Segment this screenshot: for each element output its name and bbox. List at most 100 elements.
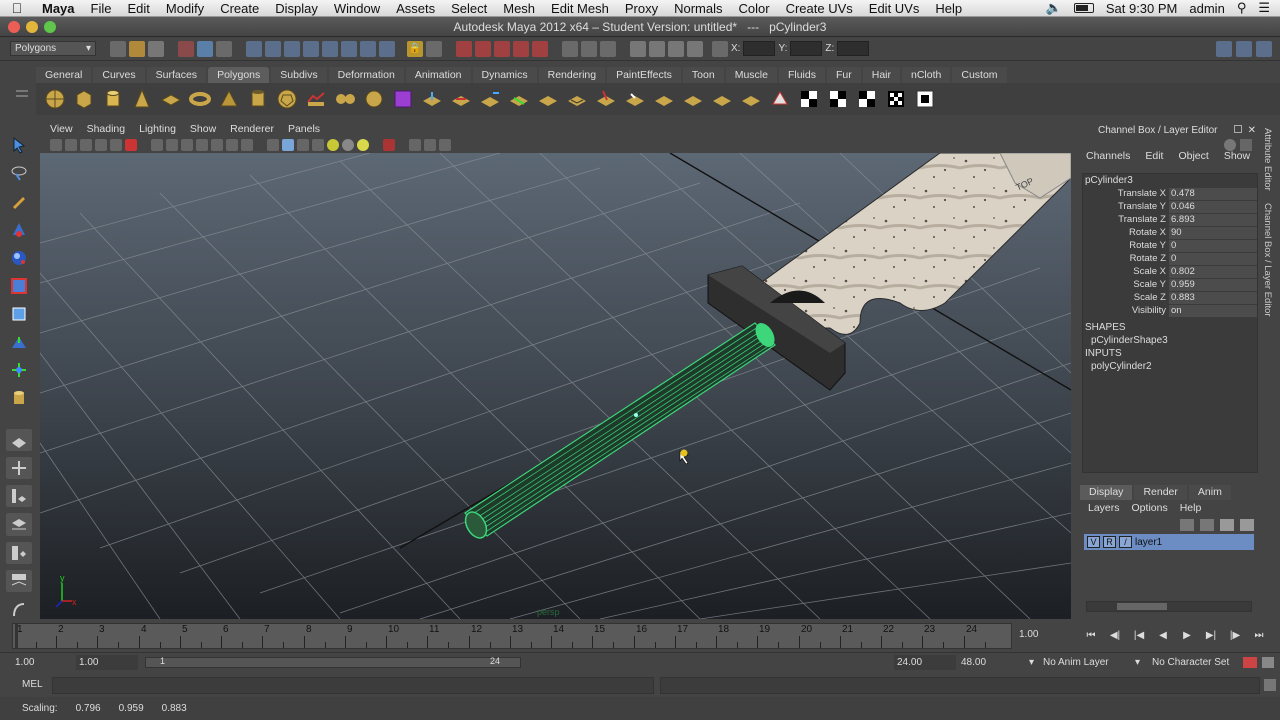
high-quality-rendering-icon[interactable] bbox=[357, 138, 369, 151]
channel-value-field[interactable]: 90 bbox=[1169, 226, 1257, 239]
channel-value-field[interactable]: 0.883 bbox=[1169, 291, 1257, 304]
layer-menu-options[interactable]: Options bbox=[1132, 502, 1168, 516]
smooth-shade-icon[interactable] bbox=[282, 138, 294, 151]
menu-create[interactable]: Create bbox=[212, 1, 267, 16]
shelf-tab-subdivs[interactable]: Subdivs bbox=[271, 67, 327, 83]
open-scene-icon[interactable] bbox=[129, 40, 145, 57]
smooth-icon[interactable] bbox=[361, 86, 387, 112]
attribute-editor-tab[interactable]: Attribute Editor bbox=[1262, 128, 1273, 191]
use-all-lights-icon[interactable] bbox=[327, 138, 339, 151]
shelf-tab-rendering[interactable]: Rendering bbox=[538, 67, 606, 83]
spherical-mapping-icon[interactable] bbox=[854, 86, 880, 112]
sculpt-tool-icon[interactable] bbox=[767, 86, 793, 112]
layer-row[interactable]: V R / layer1 bbox=[1084, 534, 1254, 550]
isolate-select-icon[interactable] bbox=[383, 138, 395, 151]
notification-list-icon[interactable]: ☰ bbox=[1258, 0, 1270, 16]
construction-history-icon[interactable] bbox=[600, 40, 616, 57]
pick-joints-icon[interactable] bbox=[265, 40, 281, 57]
channel-row[interactable]: Scale Z 0.883 bbox=[1083, 291, 1257, 304]
new-empty-layer-icon[interactable] bbox=[1220, 519, 1234, 531]
shelf-tab-surfaces[interactable]: Surfaces bbox=[146, 67, 207, 83]
persp-graph-layout-icon[interactable] bbox=[6, 513, 32, 536]
menu-display[interactable]: Display bbox=[267, 1, 326, 16]
command-language-toggle[interactable]: MEL bbox=[22, 679, 43, 690]
channel-box-menu-edit[interactable]: Edit bbox=[1145, 150, 1163, 162]
menu-assets[interactable]: Assets bbox=[388, 1, 443, 16]
automatic-mapping-icon[interactable] bbox=[883, 86, 909, 112]
lasso-tool-icon[interactable] bbox=[6, 162, 32, 184]
object-name[interactable]: pCylinder3 bbox=[1083, 174, 1257, 187]
gate-mask-icon[interactable] bbox=[196, 138, 208, 151]
snap-view-plane-icon[interactable] bbox=[513, 40, 529, 57]
split-polygon-icon[interactable] bbox=[506, 86, 532, 112]
shelf-tab-painteffects[interactable]: PaintEffects bbox=[607, 67, 681, 83]
channel-row[interactable]: Translate Y 0.046 bbox=[1083, 200, 1257, 213]
single-perspective-layout-icon[interactable] bbox=[6, 428, 32, 452]
wireframe-on-shaded-icon[interactable] bbox=[297, 138, 309, 151]
resolution-gate-icon[interactable] bbox=[181, 138, 193, 151]
menu-edit[interactable]: Edit bbox=[119, 1, 157, 16]
shadows-icon[interactable] bbox=[342, 138, 354, 151]
textured-icon[interactable] bbox=[312, 138, 324, 151]
show-manipulator-icon[interactable] bbox=[6, 359, 32, 381]
zoom-window-button[interactable] bbox=[44, 21, 56, 33]
snap-grid-icon[interactable] bbox=[456, 40, 472, 57]
character-set-dropdown[interactable]: No Character Set bbox=[1149, 655, 1243, 670]
toggle-channel-box-icon[interactable] bbox=[1256, 40, 1272, 57]
channel-value-field[interactable]: on bbox=[1169, 304, 1257, 317]
channel-row[interactable]: Translate X 0.478 bbox=[1083, 187, 1257, 200]
shelf-tab-ncloth[interactable]: nCloth bbox=[902, 67, 951, 83]
separate-icon[interactable] bbox=[332, 86, 358, 112]
camera-attributes-icon[interactable] bbox=[65, 138, 77, 151]
select-hierarchy-icon[interactable] bbox=[178, 40, 194, 57]
channel-value-field[interactable]: 0 bbox=[1169, 252, 1257, 265]
channel-row[interactable]: Rotate Y0 bbox=[1083, 239, 1257, 252]
go-to-end-icon[interactable]: ⏭ bbox=[1250, 630, 1268, 641]
menu-normals[interactable]: Normals bbox=[666, 1, 730, 16]
toggle-tool-settings-icon[interactable] bbox=[1236, 40, 1252, 57]
pick-misc-icon[interactable] bbox=[379, 40, 395, 57]
shelf-tab-fluids[interactable]: Fluids bbox=[778, 67, 825, 83]
battery-icon[interactable] bbox=[1073, 3, 1094, 13]
shelf-tab-dynamics[interactable]: Dynamics bbox=[472, 67, 537, 83]
wireframe-icon[interactable] bbox=[267, 138, 279, 151]
hypershade-layout-icon[interactable] bbox=[6, 541, 32, 564]
bevel-icon[interactable] bbox=[622, 86, 648, 112]
poly-cube-icon[interactable] bbox=[71, 86, 97, 112]
grease-pencil-icon[interactable] bbox=[125, 138, 137, 151]
sculpt-geometry-icon[interactable] bbox=[593, 86, 619, 112]
chevron-down-icon[interactable]: ▾ bbox=[1026, 655, 1036, 670]
channel-row[interactable]: Translate Z 6.893 bbox=[1083, 213, 1257, 226]
layer-color-swatch[interactable]: / bbox=[1119, 536, 1132, 548]
step-forward-frame-icon[interactable]: ▶| bbox=[1202, 630, 1220, 641]
poly-torus-icon[interactable] bbox=[187, 86, 213, 112]
playback-start-field[interactable]: 1.00 bbox=[76, 655, 138, 670]
select-tool-icon[interactable] bbox=[6, 134, 32, 156]
layer-editor-scrollbar[interactable] bbox=[1086, 601, 1252, 612]
poly-cone-icon[interactable] bbox=[129, 86, 155, 112]
shelf-tab-curves[interactable]: Curves bbox=[93, 67, 145, 83]
collapse-icon[interactable] bbox=[680, 86, 706, 112]
step-back-frame-icon[interactable]: |◀ bbox=[1130, 630, 1148, 641]
ipr-render-icon[interactable] bbox=[668, 40, 684, 57]
play-backwards-icon[interactable]: ◀ bbox=[1154, 630, 1172, 641]
snap-curve-icon[interactable] bbox=[475, 40, 491, 57]
pick-deformations-icon[interactable] bbox=[322, 40, 338, 57]
layer-tab-anim[interactable]: Anim bbox=[1188, 485, 1231, 500]
xray-joints-icon[interactable] bbox=[424, 138, 436, 151]
extrude-icon[interactable] bbox=[419, 86, 445, 112]
soft-modification-icon[interactable] bbox=[6, 331, 32, 353]
select-camera-icon[interactable] bbox=[50, 138, 62, 151]
highlight-selection-icon[interactable] bbox=[426, 40, 442, 57]
play-forwards-icon[interactable]: ▶ bbox=[1178, 630, 1196, 641]
move-layer-up-icon[interactable] bbox=[1180, 519, 1194, 531]
current-time-marker[interactable] bbox=[15, 624, 18, 648]
viewport-menu-lighting[interactable]: Lighting bbox=[139, 123, 176, 135]
menu-color[interactable]: Color bbox=[731, 1, 778, 16]
step-forward-key-icon[interactable]: |▶ bbox=[1226, 630, 1244, 641]
script-editor-icon[interactable] bbox=[1264, 679, 1276, 691]
channel-value-field[interactable]: 6.893 bbox=[1169, 213, 1257, 226]
layer-menu-help[interactable]: Help bbox=[1180, 502, 1202, 516]
field-chart-icon[interactable] bbox=[211, 138, 223, 151]
perspective-viewport[interactable]: View Shading Lighting Show Renderer Pane… bbox=[40, 121, 1071, 619]
